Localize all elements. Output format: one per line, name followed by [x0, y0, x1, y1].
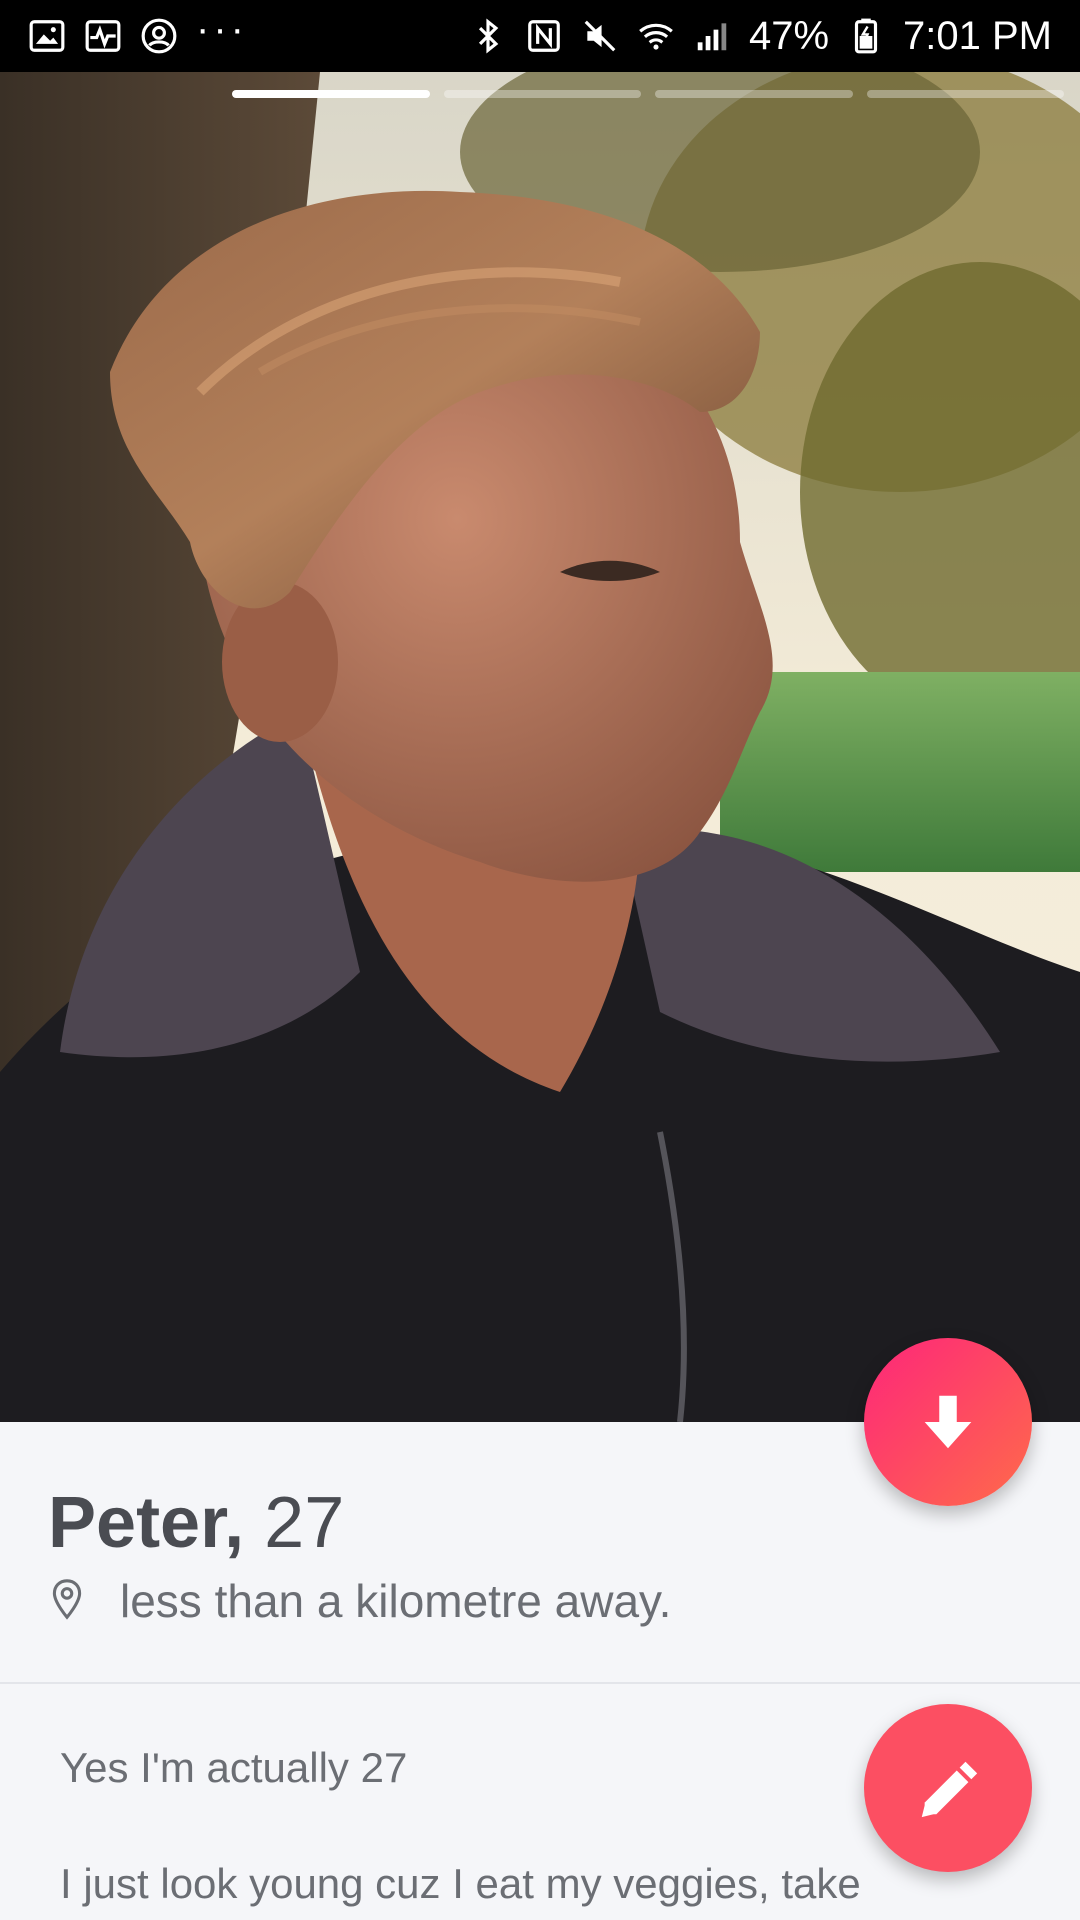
progress-segment-3[interactable] — [655, 90, 853, 98]
progress-segment-1[interactable] — [232, 90, 430, 98]
profile-age: 27 — [264, 1483, 345, 1563]
progress-segment-2[interactable] — [443, 90, 641, 98]
battery-percent: 47% — [748, 13, 830, 58]
activity-icon — [84, 17, 122, 55]
bluetooth-icon — [469, 17, 507, 55]
mute-icon — [581, 17, 619, 55]
distance-text: less than a kilometre away. — [120, 1575, 672, 1627]
pencil-icon — [921, 1761, 978, 1818]
status-right-icons: 47% 7:01 PM — [469, 14, 1052, 59]
more-dots-icon: ··· — [196, 7, 248, 51]
arrow-down-icon — [924, 1395, 972, 1449]
progress-segment-4[interactable] — [866, 90, 1064, 98]
photo-progress-bar — [232, 90, 1064, 98]
bio-line-2: I just look young cuz I eat my veggies, … — [60, 1860, 861, 1907]
status-left-icons: ··· — [28, 9, 248, 55]
name-age-line: Peter, 27 — [48, 1482, 344, 1564]
gallery-icon — [28, 17, 66, 55]
collapse-profile-button[interactable] — [864, 1338, 1032, 1506]
profile-photo[interactable] — [0, 72, 1080, 1422]
nfc-icon — [525, 17, 563, 55]
signal-icon — [693, 17, 731, 55]
bio-line-1: Yes I'm actually 27 — [60, 1744, 408, 1791]
wifi-icon — [637, 17, 675, 55]
profile-photo-illustration — [0, 72, 1080, 1422]
edit-profile-button[interactable] — [864, 1704, 1032, 1872]
status-bar: ··· 47% 7:01 PM — [0, 0, 1080, 72]
profile-name: Peter, — [48, 1483, 245, 1563]
battery-icon — [847, 17, 885, 55]
distance-line: less than a kilometre away. — [50, 1574, 671, 1628]
account-icon — [140, 17, 178, 55]
clock: 7:01 PM — [903, 13, 1052, 58]
location-pin-icon — [50, 1578, 84, 1625]
